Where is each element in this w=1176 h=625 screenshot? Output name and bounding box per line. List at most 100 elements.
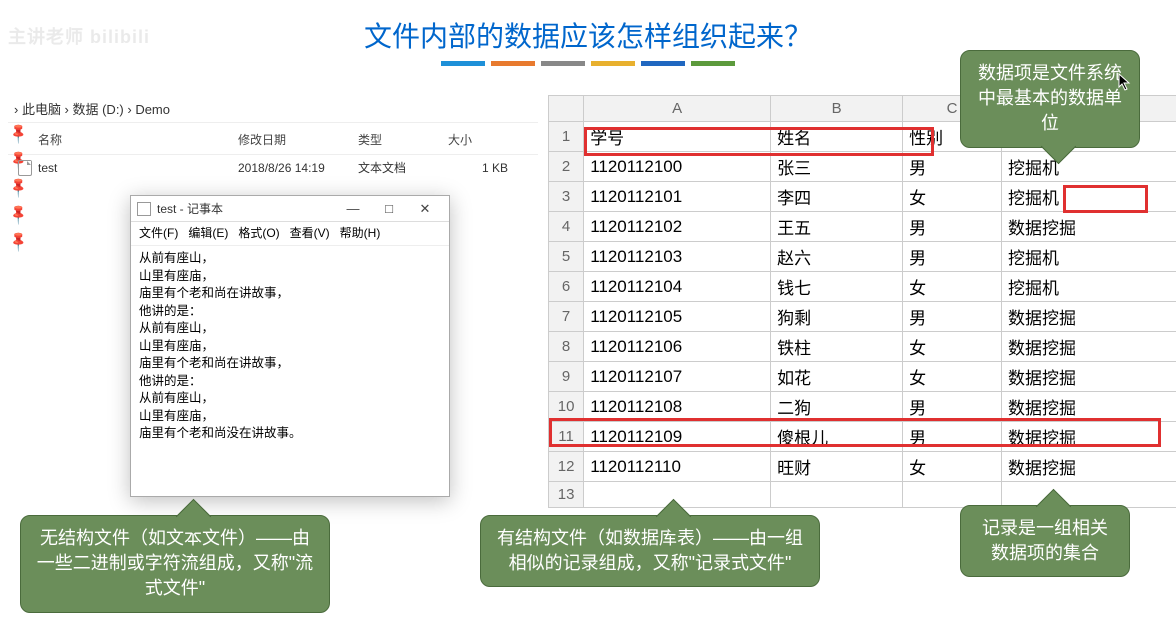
cell[interactable]: 1120112108 bbox=[584, 392, 771, 422]
file-size: 1 KB bbox=[448, 161, 508, 175]
cell[interactable]: 男 bbox=[903, 212, 1002, 242]
file-icon bbox=[18, 160, 32, 176]
row-num[interactable]: 1 bbox=[549, 122, 584, 152]
cell[interactable]: 数据挖掘 bbox=[1002, 212, 1176, 242]
col-name[interactable]: 名称 bbox=[38, 131, 238, 148]
file-list: 📌 📌 📌 📌 📌 名称 修改日期 类型 大小 test 2018/8/26 1… bbox=[8, 127, 538, 180]
cell[interactable]: 数据挖掘 bbox=[1002, 422, 1176, 452]
cell[interactable]: 1120112110 bbox=[584, 452, 771, 482]
row-num[interactable]: 7 bbox=[549, 302, 584, 332]
table-row[interactable]: 31120112101李四女挖掘机 bbox=[549, 182, 1176, 212]
cell[interactable]: 1120112100 bbox=[584, 152, 771, 182]
cell[interactable]: 男 bbox=[903, 302, 1002, 332]
cell[interactable]: 男 bbox=[903, 152, 1002, 182]
table-row[interactable]: 13 bbox=[549, 482, 1176, 508]
notepad-titlebar[interactable]: test - 记事本 — □ ✕ bbox=[131, 196, 449, 222]
cell[interactable]: 钱七 bbox=[771, 272, 903, 302]
cell[interactable]: 1120112104 bbox=[584, 272, 771, 302]
notepad-content[interactable]: 从前有座山， 山里有座庙， 庙里有个老和尚在讲故事， 他讲的是： 从前有座山， … bbox=[131, 246, 449, 496]
minimize-button[interactable]: — bbox=[335, 201, 371, 216]
cell[interactable]: 数据挖掘 bbox=[1002, 452, 1176, 482]
cell[interactable]: 二狗 bbox=[771, 392, 903, 422]
cell[interactable]: 赵六 bbox=[771, 242, 903, 272]
col-type[interactable]: 类型 bbox=[358, 131, 448, 148]
table-row[interactable]: 111120112109傻根儿男数据挖掘 bbox=[549, 422, 1176, 452]
menu-file[interactable]: 文件(F) bbox=[139, 224, 178, 241]
table-row[interactable]: 51120112103赵六男挖掘机 bbox=[549, 242, 1176, 272]
cell[interactable]: 挖掘机 bbox=[1002, 182, 1176, 212]
table-row[interactable]: 121120112110旺财女数据挖掘 bbox=[549, 452, 1176, 482]
cell[interactable]: 数据挖掘 bbox=[1002, 392, 1176, 422]
cell[interactable]: 女 bbox=[903, 272, 1002, 302]
close-button[interactable]: ✕ bbox=[407, 201, 443, 217]
cell[interactable]: 数据挖掘 bbox=[1002, 332, 1176, 362]
maximize-button[interactable]: □ bbox=[371, 201, 407, 216]
cell[interactable]: 姓名 bbox=[771, 122, 903, 152]
row-num[interactable]: 8 bbox=[549, 332, 584, 362]
menu-format[interactable]: 格式(O) bbox=[238, 224, 279, 241]
cell[interactable]: 女 bbox=[903, 362, 1002, 392]
cell[interactable]: 李四 bbox=[771, 182, 903, 212]
cell[interactable]: 如花 bbox=[771, 362, 903, 392]
cell[interactable]: 1120112109 bbox=[584, 422, 771, 452]
cell[interactable]: 男 bbox=[903, 422, 1002, 452]
notepad-window[interactable]: test - 记事本 — □ ✕ 文件(F) 编辑(E) 格式(O) 查看(V)… bbox=[130, 195, 450, 497]
cell[interactable]: 女 bbox=[903, 452, 1002, 482]
cell[interactable]: 1120112105 bbox=[584, 302, 771, 332]
col-date[interactable]: 修改日期 bbox=[238, 131, 358, 148]
cell[interactable]: 数据挖掘 bbox=[1002, 362, 1176, 392]
row-num[interactable]: 4 bbox=[549, 212, 584, 242]
row-num[interactable]: 3 bbox=[549, 182, 584, 212]
cell[interactable]: 男 bbox=[903, 392, 1002, 422]
breadcrumb[interactable]: › 此电脑 › 数据 (D:) › Demo bbox=[8, 95, 538, 123]
page-title: 文件内部的数据应该怎样组织起来？ bbox=[0, 15, 1176, 55]
cell[interactable]: 挖掘机 bbox=[1002, 272, 1176, 302]
spreadsheet[interactable]: ABCD1学号姓名性别21120112100张三男挖掘机31120112101李… bbox=[548, 95, 1176, 508]
col-head[interactable]: B bbox=[771, 96, 903, 122]
row-num[interactable]: 13 bbox=[549, 482, 584, 508]
cell[interactable]: 旺财 bbox=[771, 452, 903, 482]
callout-structured: 有结构文件（如数据库表）——由一组相似的记录组成，又称"记录式文件" bbox=[480, 515, 820, 587]
cell[interactable]: 1120112107 bbox=[584, 362, 771, 392]
menu-view[interactable]: 查看(V) bbox=[290, 224, 330, 241]
file-type: 文本文档 bbox=[358, 159, 448, 176]
row-num[interactable]: 5 bbox=[549, 242, 584, 272]
table-row[interactable]: 21120112100张三男挖掘机 bbox=[549, 152, 1176, 182]
cell[interactable]: 女 bbox=[903, 182, 1002, 212]
cell[interactable]: 男 bbox=[903, 242, 1002, 272]
col-head[interactable]: A bbox=[584, 96, 771, 122]
table-row[interactable]: 81120112106铁柱女数据挖掘 bbox=[549, 332, 1176, 362]
row-num[interactable]: 2 bbox=[549, 152, 584, 182]
table-row[interactable]: 91120112107如花女数据挖掘 bbox=[549, 362, 1176, 392]
cell[interactable]: 挖掘机 bbox=[1002, 242, 1176, 272]
table-row[interactable]: 61120112104钱七女挖掘机 bbox=[549, 272, 1176, 302]
menu-edit[interactable]: 编辑(E) bbox=[188, 224, 228, 241]
cell[interactable]: 1120112103 bbox=[584, 242, 771, 272]
table-row[interactable]: 41120112102王五男数据挖掘 bbox=[549, 212, 1176, 242]
row-num[interactable]: 12 bbox=[549, 452, 584, 482]
row-num[interactable]: 6 bbox=[549, 272, 584, 302]
notepad-icon bbox=[137, 202, 151, 216]
cell[interactable]: 数据挖掘 bbox=[1002, 302, 1176, 332]
cell[interactable]: 王五 bbox=[771, 212, 903, 242]
cell[interactable]: 学号 bbox=[584, 122, 771, 152]
col-size[interactable]: 大小 bbox=[448, 131, 508, 148]
cell[interactable]: 狗剩 bbox=[771, 302, 903, 332]
cell[interactable]: 张三 bbox=[771, 152, 903, 182]
cell[interactable]: 1120112101 bbox=[584, 182, 771, 212]
cell[interactable]: 女 bbox=[903, 332, 1002, 362]
pin-icon: 📌 bbox=[7, 202, 31, 226]
cell[interactable]: 1120112106 bbox=[584, 332, 771, 362]
row-num[interactable]: 11 bbox=[549, 422, 584, 452]
cell[interactable]: 傻根儿 bbox=[771, 422, 903, 452]
table-row[interactable]: 71120112105狗剩男数据挖掘 bbox=[549, 302, 1176, 332]
table-row[interactable]: 101120112108二狗男数据挖掘 bbox=[549, 392, 1176, 422]
cell[interactable]: 1120112102 bbox=[584, 212, 771, 242]
row-num[interactable]: 10 bbox=[549, 392, 584, 422]
cell[interactable]: 铁柱 bbox=[771, 332, 903, 362]
cell[interactable]: 挖掘机 bbox=[1002, 152, 1176, 182]
menu-help[interactable]: 帮助(H) bbox=[340, 224, 381, 241]
file-row[interactable]: test 2018/8/26 14:19 文本文档 1 KB bbox=[8, 155, 538, 180]
watermark: 主讲老师 bilibili bbox=[8, 23, 150, 49]
row-num[interactable]: 9 bbox=[549, 362, 584, 392]
